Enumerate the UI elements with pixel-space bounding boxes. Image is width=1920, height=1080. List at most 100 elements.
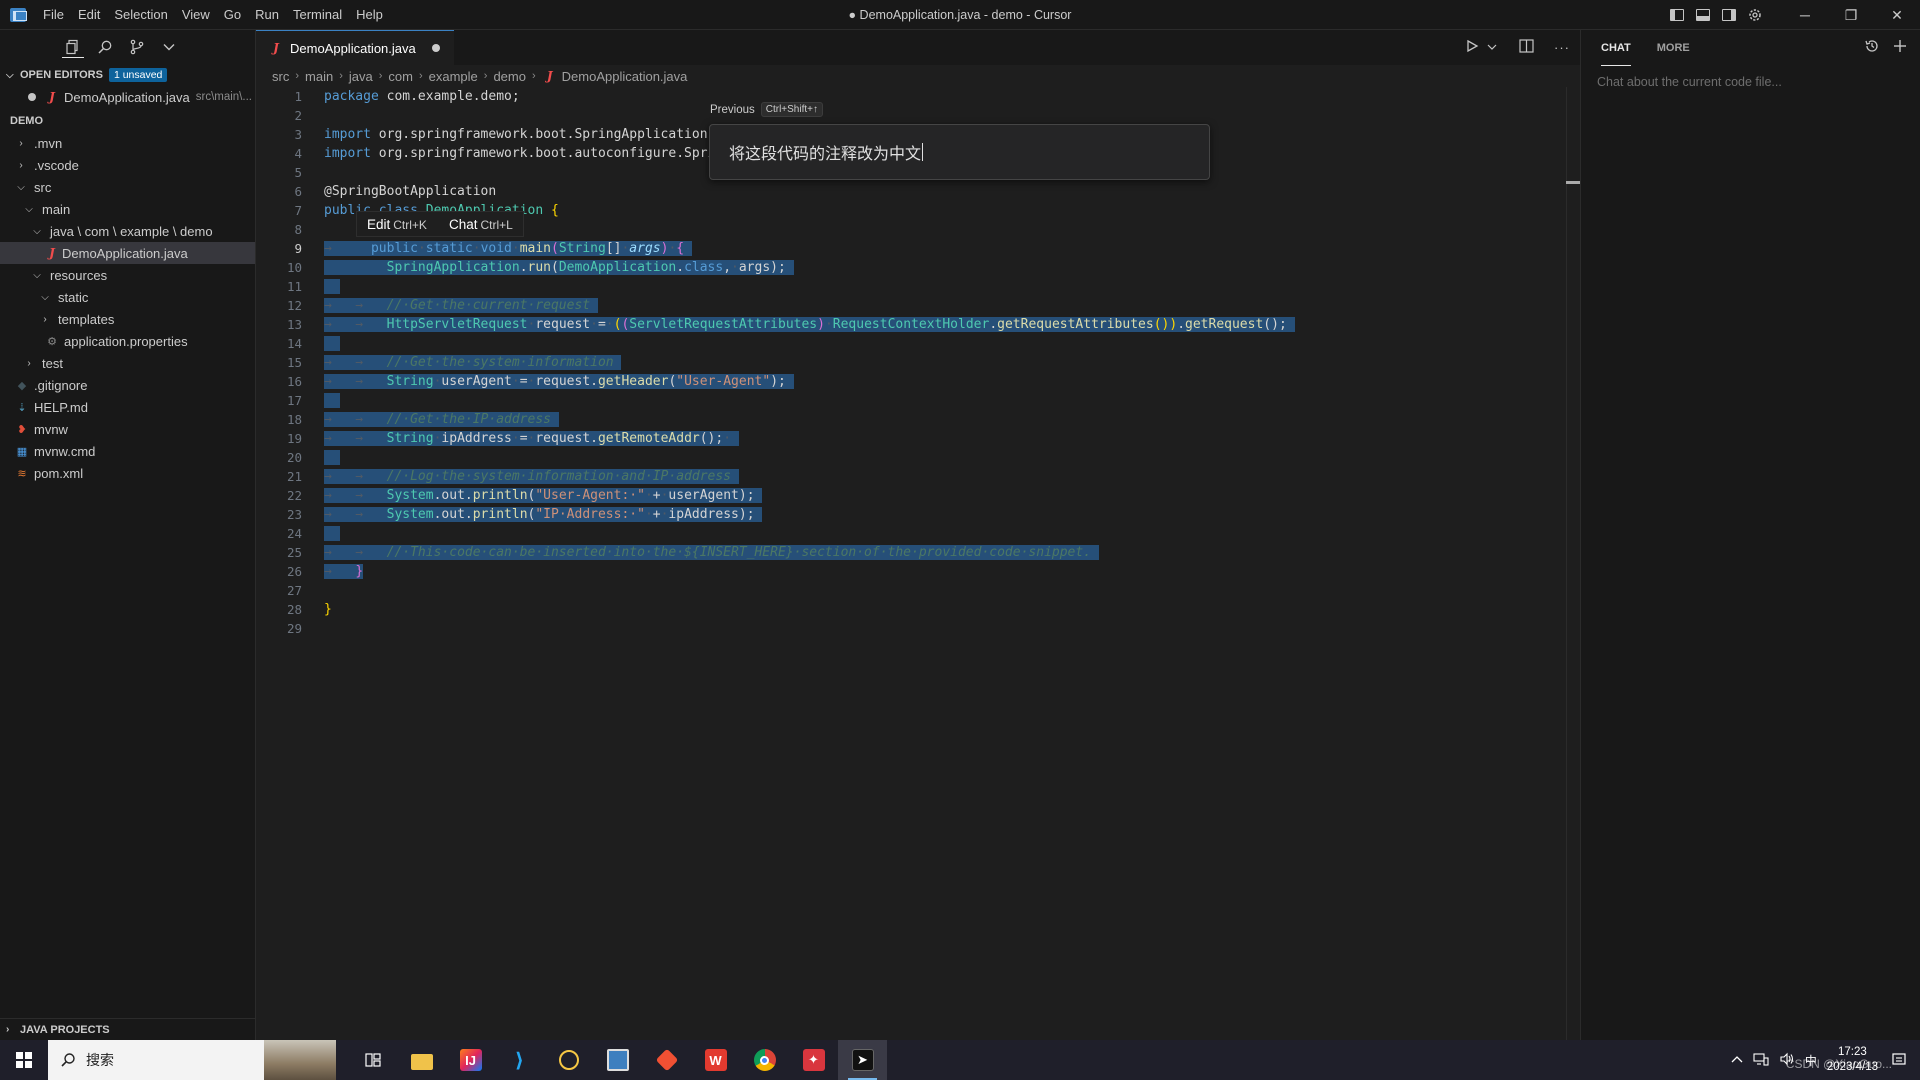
breadcrumb-item[interactable]: java xyxy=(349,69,373,84)
task-view-icon[interactable] xyxy=(348,1040,397,1080)
breadcrumb-item[interactable]: src xyxy=(272,69,289,84)
line-number: 28 xyxy=(286,602,302,617)
line-number: 17 xyxy=(286,393,302,408)
chevron-up-icon[interactable] xyxy=(1731,1053,1743,1067)
taskbar-search-box[interactable]: 搜索 xyxy=(48,1040,336,1080)
clock[interactable]: 17:23 2023/4/13 CSDN @XiaoGuo... xyxy=(1786,1045,1892,1075)
line-number: 12 xyxy=(286,298,302,313)
tab-demoapplication[interactable]: J DemoApplication.java xyxy=(256,30,454,65)
more-views-chevron-down-icon[interactable] xyxy=(158,36,180,58)
new-chat-plus-icon[interactable] xyxy=(1892,38,1908,59)
restore-button[interactable]: ❐ xyxy=(1828,0,1874,30)
vscode-icon[interactable]: ⟩ xyxy=(495,1040,544,1080)
edit-shortcut: Ctrl+K xyxy=(393,217,427,232)
menu-item-terminal[interactable]: Terminal xyxy=(286,0,349,30)
tree-file[interactable]: J DemoApplication.java xyxy=(0,242,255,264)
explorer-files-icon[interactable] xyxy=(62,36,84,58)
code-line: → → String·userAgent·=·request.getHeader… xyxy=(324,374,794,389)
menu-item-file[interactable]: File xyxy=(36,0,71,30)
edit-action-button[interactable]: Edit Ctrl+K xyxy=(367,217,427,232)
tree-folder[interactable]: › .vscode xyxy=(0,154,255,176)
unsaved-dot-icon[interactable] xyxy=(28,93,36,101)
tree-folder[interactable]: ⌵ main xyxy=(0,198,255,220)
menu-item-go[interactable]: Go xyxy=(217,0,248,30)
unsaved-dot-icon[interactable] xyxy=(431,44,440,52)
tab-more[interactable]: MORE xyxy=(1657,30,1690,66)
run-options-chevron-down-icon[interactable] xyxy=(1487,40,1497,55)
search-icon[interactable] xyxy=(94,36,116,58)
tree-folder[interactable]: › test xyxy=(0,352,255,374)
code-line: package com.example.demo; xyxy=(324,89,520,104)
chat-input-placeholder[interactable]: Chat about the current code file... xyxy=(1597,75,1905,89)
history-icon[interactable] xyxy=(1864,38,1880,59)
cmd-file-icon: ▦ xyxy=(16,445,28,458)
split-editor-icon[interactable] xyxy=(1519,39,1534,56)
breadcrumb-item[interactable]: main xyxy=(305,69,333,84)
breadcrumb-item[interactable]: demo xyxy=(493,69,526,84)
tree-item-label: pom.xml xyxy=(34,465,84,481)
tree-folder[interactable]: ⌵ src xyxy=(0,176,255,198)
breadcrumb-item[interactable]: example xyxy=(429,69,478,84)
minimize-button[interactable]: ─ xyxy=(1782,0,1828,30)
menu-item-edit[interactable]: Edit xyxy=(71,0,107,30)
project-header[interactable]: DEMO xyxy=(0,110,255,132)
line-number: 8 xyxy=(294,222,302,237)
menu-item-help[interactable]: Help xyxy=(349,0,390,30)
toggle-panel-icon[interactable] xyxy=(1690,0,1716,30)
java-file-icon: J xyxy=(49,90,55,104)
more-actions-icon[interactable]: ··· xyxy=(1554,40,1570,55)
java-projects-header[interactable]: › JAVA PROJECTS xyxy=(0,1018,256,1040)
tree-file[interactable]: ◆ .gitignore xyxy=(0,374,255,396)
line-number: 5 xyxy=(294,165,302,180)
tree-file[interactable]: ⚙ application.properties xyxy=(0,330,255,352)
tree-file[interactable]: ▦ mvnw.cmd xyxy=(0,440,255,462)
source-control-icon[interactable] xyxy=(126,36,148,58)
tree-folder[interactable]: › .mvn xyxy=(0,132,255,154)
chevron-down-icon: ⌵ xyxy=(25,203,33,215)
title-bar: File Edit Selection View Go Run Terminal Help ●… xyxy=(0,0,1920,30)
cursor-app-icon[interactable]: ➤ xyxy=(838,1040,887,1080)
menu-item-view[interactable]: View xyxy=(175,0,217,30)
open-editor-item[interactable]: J DemoApplication.java src\main\... xyxy=(0,86,255,108)
close-button[interactable]: ✕ xyxy=(1874,0,1920,30)
tree-file[interactable]: ❥ mvnw xyxy=(0,418,255,440)
editor-scrollbar[interactable] xyxy=(1566,87,1567,1040)
network-icon[interactable] xyxy=(1753,1052,1769,1069)
toggle-secondary-sidebar-icon[interactable] xyxy=(1716,0,1742,30)
chrome-icon[interactable] xyxy=(740,1040,789,1080)
chat-action-button[interactable]: Chat Ctrl+L xyxy=(449,217,513,232)
project-label: DEMO xyxy=(10,115,43,127)
menu-item-selection[interactable]: Selection xyxy=(107,0,174,30)
red-app-icon[interactable]: ✦ xyxy=(789,1040,838,1080)
menu-item-run[interactable]: Run xyxy=(248,0,286,30)
open-editors-header[interactable]: ⌵ OPEN EDITORS 1 unsaved xyxy=(0,64,255,86)
image-viewer-icon[interactable] xyxy=(593,1040,642,1080)
code-line: → → //·Get·the·current·request xyxy=(324,296,1560,315)
code-line: → → //·Get·the·system·information xyxy=(324,353,1560,372)
tab-chat[interactable]: CHAT xyxy=(1601,30,1631,66)
java-file-icon: J xyxy=(546,69,553,83)
previous-prompt-hint[interactable]: Previous Ctrl+Shift+↑ xyxy=(710,102,823,117)
tree-folder[interactable]: ⌵ java \ com \ example \ demo xyxy=(0,220,255,242)
breadcrumb-item[interactable]: DemoApplication.java xyxy=(562,69,688,84)
app-yellow-icon[interactable] xyxy=(544,1040,593,1080)
tree-folder[interactable]: ⌵ resources xyxy=(0,264,255,286)
tree-folder[interactable]: ⌵ static xyxy=(0,286,255,308)
breadcrumb-item[interactable]: com xyxy=(388,69,413,84)
chevron-down-icon: ⌵ xyxy=(6,69,14,81)
run-icon[interactable] xyxy=(1465,39,1479,56)
tree-file[interactable]: ≋ pom.xml xyxy=(0,462,255,484)
tree-file[interactable]: ⇣ HELP.md xyxy=(0,396,255,418)
toggle-primary-sidebar-icon[interactable] xyxy=(1664,0,1690,30)
ai-edit-prompt-input[interactable]: 将这段代码的注释改为中文 xyxy=(709,124,1210,180)
start-button[interactable] xyxy=(0,1040,48,1080)
code-line: SpringApplication.run(DemoApplication.cl… xyxy=(324,258,1560,277)
settings-gear-icon[interactable] xyxy=(1742,0,1768,30)
file-explorer-icon[interactable] xyxy=(397,1040,446,1080)
wps-office-icon[interactable]: W xyxy=(691,1040,740,1080)
intellij-icon[interactable]: IJ xyxy=(446,1040,495,1080)
open-editors-label: OPEN EDITORS xyxy=(20,69,103,81)
tree-folder[interactable]: › templates xyxy=(0,308,255,330)
chat-action-label: Chat xyxy=(448,216,478,232)
git-client-icon[interactable] xyxy=(642,1040,691,1080)
